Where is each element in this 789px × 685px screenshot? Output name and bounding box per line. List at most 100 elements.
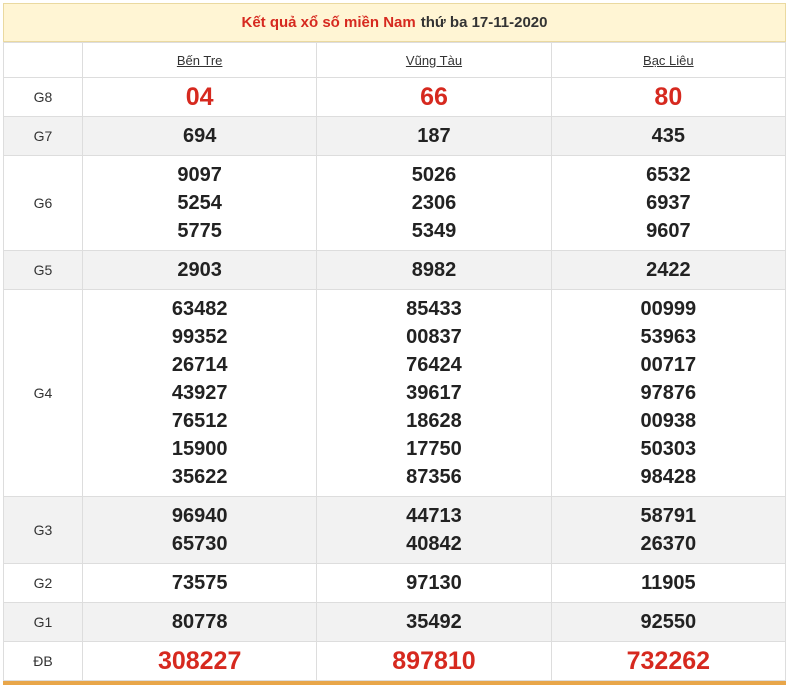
prize-number: 53963 (640, 326, 697, 348)
prize-row: G4 63482 99352 26714 43927 76512 15900 35622 854… (3, 289, 787, 497)
prize-number: 6937 (646, 192, 691, 214)
prize-cell: 80778 (81, 602, 318, 642)
prize-number: 97130 (406, 572, 462, 594)
province-link-bac-lieu[interactable]: Bạc Liêu (643, 53, 694, 68)
prize-number: 2306 (411, 192, 457, 214)
prize-number: 50303 (640, 438, 697, 460)
prize-number: 9097 (177, 164, 222, 186)
prize-number: 00999 (640, 298, 697, 320)
prize-cell: 187 (316, 116, 552, 156)
prize-row: G1 80778 35492 92550 (3, 602, 787, 642)
prize-label: G1 (3, 602, 83, 642)
prize-cell: 80 (550, 77, 787, 117)
results-table: Bến Tre Vũng Tàu Bạc Liêu G8 04 66 80 G7 694 1… (3, 42, 787, 681)
prize-number: 98428 (640, 466, 697, 488)
results-panel: Kết quả xổ số miền Nam thứ ba 17-11-2020… (3, 3, 787, 685)
prize-number: 80 (654, 83, 683, 111)
prize-number: 6532 (646, 164, 691, 186)
prize-number: 5349 (411, 220, 457, 242)
prize-cell: 44713 40842 (316, 496, 552, 564)
prize-cell: 5026 2306 5349 (316, 155, 552, 251)
prize-row: G3 96940 65730 44713 40842 58791 26370 (3, 496, 787, 564)
prize-label: ĐB (3, 641, 83, 681)
province-link-vung-tau[interactable]: Vũng Tàu (406, 53, 462, 68)
prize-number: 00938 (640, 410, 697, 432)
prize-number: 2422 (646, 259, 691, 281)
prize-number: 58791 (640, 505, 697, 527)
prize-cell: 308227 (81, 641, 318, 681)
prize-cell: 35492 (316, 602, 552, 642)
prize-number: 04 (185, 83, 214, 111)
prize-cell: 732262 (550, 641, 787, 681)
province-header: Vũng Tàu (316, 42, 552, 78)
prize-number: 00837 (406, 326, 462, 348)
prize-number: 26714 (171, 354, 228, 376)
province-header: Bạc Liêu (550, 42, 787, 78)
prize-cell: 11905 (550, 563, 787, 603)
prize-label: G7 (3, 116, 83, 156)
prize-number: 40842 (406, 533, 462, 555)
prize-number: 99352 (171, 326, 228, 348)
prize-number: 65730 (171, 533, 228, 555)
bottom-border (3, 681, 786, 685)
prize-number: 5775 (177, 220, 222, 242)
prize-row: G2 73575 97130 11905 (3, 563, 787, 603)
province-link-ben-tre[interactable]: Bến Tre (177, 53, 223, 68)
prize-cell: 00999 53963 00717 97876 00938 50303 98428 (550, 289, 787, 497)
prize-cell: 96940 65730 (81, 496, 318, 564)
prize-cell: 58791 26370 (550, 496, 787, 564)
prize-number: 39617 (406, 382, 462, 404)
prize-label: G2 (3, 563, 83, 603)
prize-cell: 435 (550, 116, 787, 156)
prize-number: 2903 (177, 259, 222, 281)
prize-number: 35622 (171, 466, 228, 488)
prize-number: 63482 (171, 298, 228, 320)
prize-number: 73575 (171, 572, 228, 594)
prize-cell: 85433 00837 76424 39617 18628 17750 87356 (316, 289, 552, 497)
prize-cell: 92550 (550, 602, 787, 642)
prize-number: 97876 (640, 382, 697, 404)
title-region[interactable]: Kết quả xổ số miền Nam (242, 14, 416, 31)
prize-number: 17750 (406, 438, 462, 460)
prize-number: 96940 (171, 505, 228, 527)
prize-number: 66 (420, 83, 448, 111)
prize-number: 76424 (406, 354, 462, 376)
prize-number: 694 (182, 125, 217, 147)
prize-number: 732262 (626, 647, 711, 675)
prize-label: G5 (3, 250, 83, 290)
prize-number: 18628 (406, 410, 462, 432)
prize-label: G6 (3, 155, 83, 251)
prize-label: G8 (3, 77, 83, 117)
prize-number: 87356 (406, 466, 462, 488)
prize-row: G6 9097 5254 5775 5026 2306 5349 6532 6937 9607 (3, 155, 787, 251)
prize-number: 76512 (171, 410, 228, 432)
corner-cell (3, 42, 83, 78)
prize-number: 5026 (411, 164, 457, 186)
prize-number: 44713 (406, 505, 462, 527)
prize-label: G4 (3, 289, 83, 497)
prize-label: G3 (3, 496, 83, 564)
prize-cell: 2903 (81, 250, 318, 290)
prize-number: 80778 (171, 611, 228, 633)
prize-cell: 97130 (316, 563, 552, 603)
prize-cell: 73575 (81, 563, 318, 603)
prize-number: 00717 (640, 354, 697, 376)
prize-cell: 9097 5254 5775 (81, 155, 318, 251)
title-date: thứ ba 17-11-2020 (420, 14, 548, 31)
prize-number: 8982 (411, 259, 457, 281)
prize-number: 5254 (177, 192, 222, 214)
prize-cell: 897810 (316, 641, 552, 681)
prize-number: 15900 (171, 438, 228, 460)
prize-cell: 694 (81, 116, 318, 156)
prize-number: 187 (417, 125, 451, 147)
prize-number: 26370 (640, 533, 697, 555)
province-header: Bến Tre (81, 42, 318, 78)
prize-number: 11905 (641, 572, 696, 594)
prize-number: 35492 (406, 611, 462, 633)
prize-cell: 8982 (316, 250, 552, 290)
prize-number: 43927 (171, 382, 228, 404)
prize-row: G7 694 187 435 (3, 116, 787, 156)
prize-number: 897810 (392, 647, 476, 675)
prize-number: 308227 (157, 647, 242, 675)
prize-cell: 04 (81, 77, 318, 117)
